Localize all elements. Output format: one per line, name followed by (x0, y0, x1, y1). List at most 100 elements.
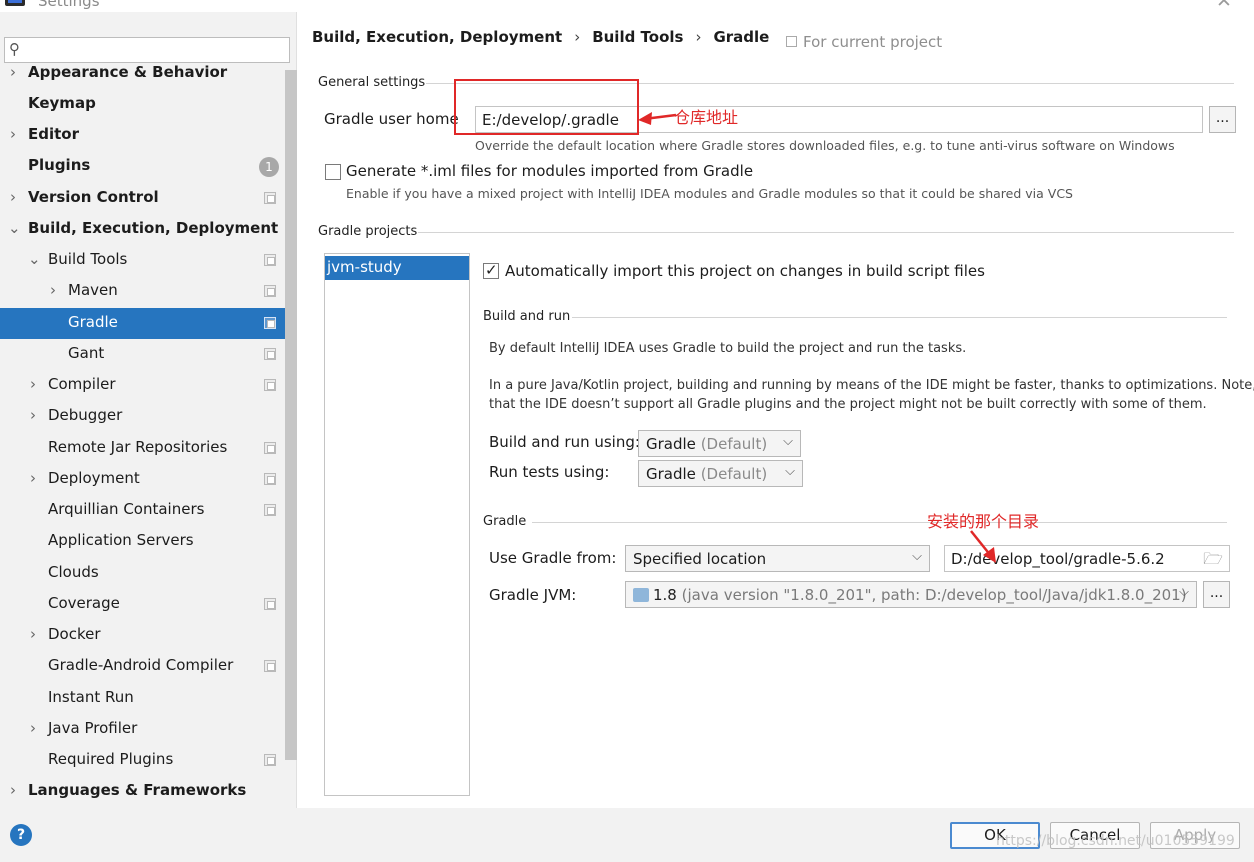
chevron-right-icon[interactable]: › (10, 781, 16, 799)
sidebar-item-gradle[interactable]: Gradle (0, 308, 297, 339)
sidebar-item-plugins[interactable]: Plugins 1 (0, 151, 285, 182)
sidebar-item-appearance-behavior[interactable]: › Appearance & Behavior (0, 58, 285, 89)
sidebar-item-label: Gradle (68, 313, 118, 331)
sidebar-item-label: Compiler (48, 375, 116, 393)
browse-user-home-button[interactable]: ... (1209, 106, 1236, 133)
chevron-down-icon: ⌵ (785, 464, 795, 479)
project-scope-icon (264, 285, 276, 297)
sidebar-item-label: Debugger (48, 406, 123, 424)
gradle-projects-list[interactable]: jvm-study (324, 253, 470, 796)
section-divider (572, 317, 1227, 318)
project-scope-icon (264, 254, 276, 266)
sidebar-item-label: Languages & Frameworks (28, 781, 247, 799)
sidebar-item-label: Application Servers (48, 531, 194, 549)
sidebar-item-build-execution-deployment[interactable]: ⌄ Build, Execution, Deployment (0, 214, 285, 245)
sidebar-item-build-tools[interactable]: ⌄ Build Tools (0, 245, 285, 276)
run-tests-using-select[interactable]: Gradle (Default) ⌵ (638, 460, 803, 487)
sidebar-item-required-plugins[interactable]: Required Plugins (0, 745, 285, 776)
sidebar-item-label: Editor (28, 125, 79, 143)
title-bar: Settings ✕ (0, 0, 1254, 12)
chevron-right-icon[interactable]: › (30, 469, 36, 487)
chevron-right-icon[interactable]: › (50, 281, 56, 299)
gradle-user-home-hint: Override the default location where Grad… (475, 138, 1175, 153)
select-value: Gradle (646, 435, 696, 453)
project-scope-icon (264, 317, 276, 329)
sidebar-item-compiler[interactable]: › Compiler (0, 370, 285, 401)
chevron-down-icon: ⌵ (912, 549, 922, 564)
sidebar-item-gradle-android-compiler[interactable]: Gradle-Android Compiler (0, 651, 285, 682)
sidebar-item-label: Version Control (28, 188, 159, 206)
scope-hint: For current project (786, 33, 942, 51)
build-run-using-label: Build and run using: (489, 433, 640, 451)
gradle-user-home-label: Gradle user home (324, 110, 459, 128)
close-icon[interactable]: ✕ (1216, 0, 1232, 12)
project-scope-icon (264, 473, 276, 485)
project-scope-icon (264, 754, 276, 766)
run-tests-using-label: Run tests using: (489, 463, 610, 481)
sidebar-item-label: Coverage (48, 594, 120, 612)
window-title: Settings (38, 0, 100, 10)
help-button[interactable]: ? (10, 824, 32, 846)
project-list-item[interactable]: jvm-study (325, 256, 469, 280)
sidebar-item-label: Clouds (48, 563, 99, 581)
sidebar-item-version-control[interactable]: › Version Control (0, 183, 285, 214)
sidebar-item-arquillian-containers[interactable]: Arquillian Containers (0, 495, 285, 526)
use-gradle-from-select[interactable]: Specified location ⌵ (625, 545, 930, 572)
jvm-detail: (java version "1.8.0_201", path: D:/deve… (681, 586, 1187, 604)
breadcrumb-item: Build, Execution, Deployment (312, 28, 563, 46)
sidebar-item-editor[interactable]: › Editor (0, 120, 285, 151)
annotation-arrow-down (970, 530, 996, 563)
gradle-jvm-select[interactable]: 1.8 (java version "1.8.0_201", path: D:/… (625, 581, 1197, 608)
chevron-down-icon[interactable]: ⌄ (8, 219, 21, 237)
chevron-right-icon[interactable]: › (10, 63, 16, 81)
sidebar-scrollbar[interactable] (285, 70, 297, 760)
sidebar-item-languages-frameworks[interactable]: › Languages & Frameworks (0, 776, 285, 807)
sidebar-item-label: Gradle-Android Compiler (48, 656, 234, 674)
folder-icon[interactable]: 🗁 (1203, 548, 1223, 571)
sidebar-item-docker[interactable]: › Docker (0, 620, 285, 651)
sidebar-item-label: Keymap (28, 94, 96, 112)
plugins-update-badge: 1 (259, 157, 279, 177)
sidebar-item-maven[interactable]: › Maven (0, 276, 285, 307)
generate-iml-hint: Enable if you have a mixed project with … (346, 186, 1073, 201)
sidebar-item-remote-jar-repositories[interactable]: Remote Jar Repositories (0, 433, 285, 464)
build-run-info: By default IntelliJ IDEA uses Gradle to … (489, 341, 967, 356)
sidebar-item-java-profiler[interactable]: › Java Profiler (0, 714, 285, 745)
build-run-info: that the IDE doesn’t support all Gradle … (489, 397, 1207, 412)
chevron-right-icon[interactable]: › (30, 625, 36, 643)
sidebar-item-instant-run[interactable]: Instant Run (0, 683, 285, 714)
chevron-right-icon[interactable]: › (10, 125, 16, 143)
sidebar-item-label: Maven (68, 281, 118, 299)
chevron-down-icon[interactable]: ⌄ (28, 250, 41, 268)
select-default-suffix: (Default) (700, 435, 768, 453)
sidebar-item-debugger[interactable]: › Debugger (0, 401, 285, 432)
generate-iml-checkbox[interactable] (325, 164, 341, 180)
jvm-version: 1.8 (653, 586, 677, 604)
chevron-right-icon[interactable]: › (30, 375, 36, 393)
section-title-gradle-projects: Gradle projects (318, 224, 418, 239)
select-value: Specified location (633, 550, 767, 568)
section-title-build-run: Build and run (483, 309, 571, 324)
build-run-using-select[interactable]: Gradle (Default) ⌵ (638, 430, 801, 457)
sidebar-item-deployment[interactable]: › Deployment (0, 464, 285, 495)
watermark: https://blog.csdn.net/u010559199 (996, 833, 1235, 849)
select-default-suffix: (Default) (700, 465, 768, 483)
chevron-right-icon[interactable]: › (10, 188, 16, 206)
sidebar-item-clouds[interactable]: Clouds (0, 558, 285, 589)
chevron-right-icon[interactable]: › (30, 719, 36, 737)
gradle-jvm-label: Gradle JVM: (489, 586, 577, 604)
sidebar-item-keymap[interactable]: Keymap (0, 89, 285, 120)
project-scope-icon (786, 36, 797, 47)
sidebar-item-coverage[interactable]: Coverage (0, 589, 285, 620)
scope-hint-label: For current project (803, 33, 943, 51)
browse-jvm-button[interactable]: ... (1203, 581, 1230, 608)
auto-import-checkbox[interactable] (483, 261, 499, 279)
breadcrumb-separator: › (695, 28, 702, 46)
project-scope-icon (264, 379, 276, 391)
sidebar-item-application-servers[interactable]: Application Servers (0, 526, 285, 557)
breadcrumb-item: Build Tools (592, 28, 684, 46)
annotation-highlight-box (454, 79, 639, 135)
project-scope-icon (264, 660, 276, 672)
sidebar-item-gant[interactable]: Gant (0, 339, 285, 370)
chevron-right-icon[interactable]: › (30, 406, 36, 424)
